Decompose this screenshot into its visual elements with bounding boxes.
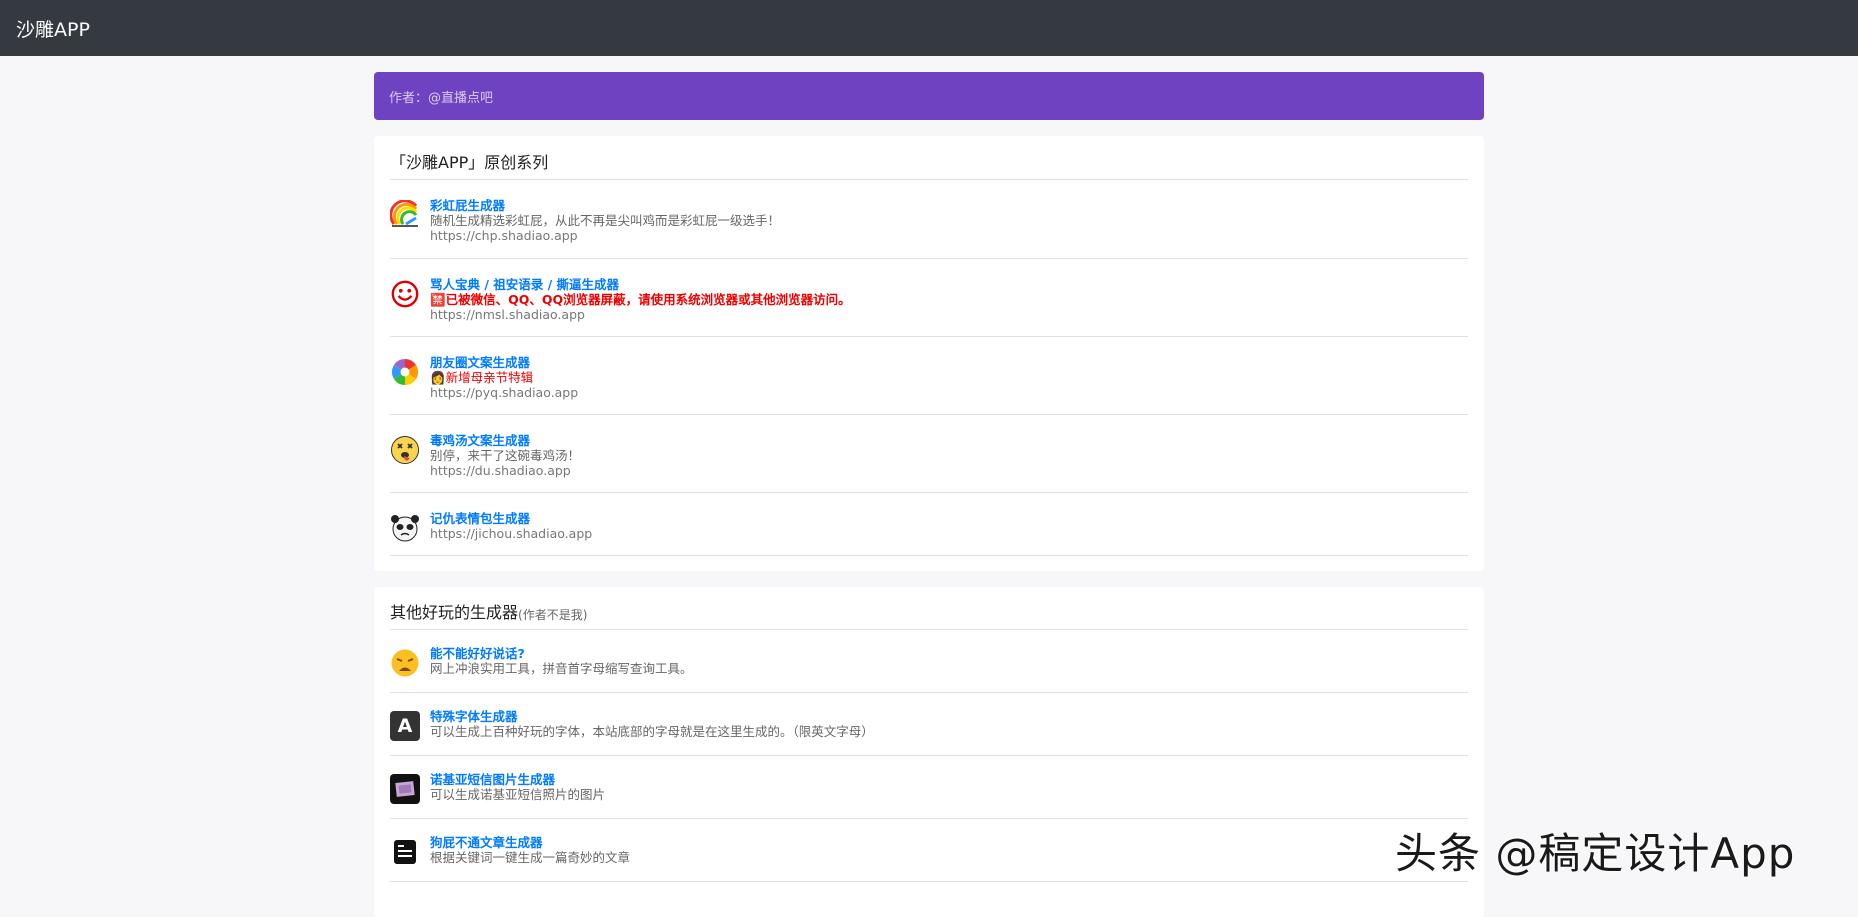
item-url[interactable]: https://nmsl.shadiao.app [430, 307, 851, 322]
item-url[interactable]: https://pyq.shadiao.app [430, 385, 578, 400]
item-title-link[interactable]: 骂人宝典 / 祖安语录 / 撕逼生成器 [430, 277, 851, 292]
list-item[interactable]: 诺基亚短信图片生成器 可以生成诺基亚短信照片的图片 [390, 756, 1468, 819]
author-text: 作者：@直播点吧 [389, 90, 494, 106]
card-title: 其他好玩的生成器 (作者不是我) [390, 587, 1468, 630]
item-desc: 可以生成诺基亚短信照片的图片 [430, 787, 606, 802]
panda-meme-icon [390, 513, 420, 543]
letter-a-icon: A [390, 711, 420, 741]
item-title-link[interactable]: 彩虹屁生成器 [430, 198, 780, 213]
list-item[interactable]: 记仇表情包生成器 https://jichou.shadiao.app [390, 493, 1468, 556]
list-item[interactable]: 朋友圈文案生成器 👩新增母亲节特辑 https://pyq.shadiao.ap… [390, 337, 1468, 415]
list-item[interactable]: 彩虹屁生成器 随机生成精选彩虹屁，从此不再是尖叫鸡而是彩虹屁一级选手！ http… [390, 180, 1468, 259]
navbar: 沙雕APP [0, 0, 1858, 56]
rainbow-icon [390, 200, 420, 230]
item-title-link[interactable]: 记仇表情包生成器 [430, 511, 592, 526]
item-title-link[interactable]: 朋友圈文案生成器 [430, 355, 578, 370]
item-title-link[interactable]: 诺基亚短信图片生成器 [430, 772, 605, 787]
aperture-icon [390, 357, 420, 387]
author-alert: 作者：@直播点吧 [374, 72, 1484, 120]
item-url[interactable]: https://du.shadiao.app [430, 463, 580, 478]
list-item[interactable]: A 特殊字体生成器 可以生成上百种好玩的字体，本站底部的字母就是在这里生成的。（… [390, 693, 1468, 756]
item-desc: 👩新增母亲节特辑 [430, 370, 534, 385]
other-generators-card: 其他好玩的生成器 (作者不是我) 能不能好好说话? 网上冲浪实用工具，拼音首字母缩… [374, 587, 1484, 917]
list-item[interactable]: 骂人宝典 / 祖安语录 / 撕逼生成器 🈲已被微信、QQ、QQ浏览器屏蔽，请使用… [390, 259, 1468, 337]
item-desc: 根据关键词一键生成一篇奇妙的文章 [430, 850, 631, 865]
weary-face-icon [390, 648, 420, 678]
smiley-icon [390, 279, 420, 309]
list-item[interactable]: 能不能好好说话? 网上冲浪实用工具，拼音首字母缩写查询工具。 [390, 630, 1468, 693]
item-url[interactable]: https://jichou.shadiao.app [430, 526, 592, 541]
card-title: 「沙雕APP」原创系列 [390, 136, 1468, 180]
nokia-sms-icon [390, 774, 420, 804]
original-series-card: 「沙雕APP」原创系列 彩虹屁生成器 随机生成精选彩虹屁，从此不再是尖叫鸡而是彩… [374, 136, 1484, 571]
item-url[interactable]: https://chp.shadiao.app [430, 228, 780, 243]
brand-link[interactable]: 沙雕APP [16, 15, 90, 42]
document-icon [390, 837, 420, 867]
list-item[interactable]: 毒鸡汤文案生成器 别停，来干了这碗毒鸡汤！ https://du.shadiao… [390, 415, 1468, 493]
item-desc: 可以生成上百种好玩的字体，本站底部的字母就是在这里生成的。（限英文字母） [430, 724, 874, 739]
item-title-link[interactable]: 毒鸡汤文案生成器 [430, 433, 580, 448]
item-warning: 🈲已被微信、QQ、QQ浏览器屏蔽，请使用系统浏览器或其他浏览器访问。 [430, 292, 851, 307]
item-title-link[interactable]: 能不能好好说话? [430, 646, 693, 661]
item-title-link[interactable]: 特殊字体生成器 [430, 709, 874, 724]
watermark: 头条 @稿定设计App [1395, 829, 1796, 878]
item-desc: 别停，来干了这碗毒鸡汤！ [430, 448, 581, 463]
list-item[interactable]: 狗屁不通文章生成器 根据关键词一键生成一篇奇妙的文章 [390, 819, 1468, 882]
item-title-link[interactable]: 狗屁不通文章生成器 [430, 835, 630, 850]
item-desc: 网上冲浪实用工具，拼音首字母缩写查询工具。 [430, 661, 693, 676]
item-desc: 随机生成精选彩虹屁，从此不再是尖叫鸡而是彩虹屁一级选手！ [430, 213, 781, 228]
dizzy-face-icon [390, 435, 420, 465]
